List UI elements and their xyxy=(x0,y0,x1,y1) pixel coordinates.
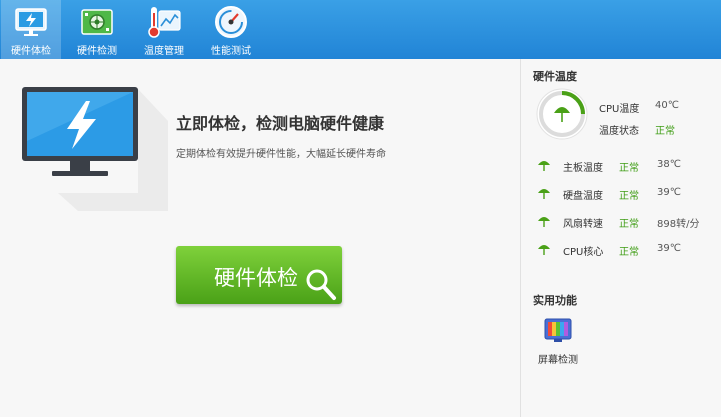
sensor-value: 898转/分 xyxy=(657,219,700,230)
sensor-row-disk: 硬盘温度 正常 39℃ xyxy=(521,184,721,204)
sensor-status: 正常 xyxy=(619,191,639,202)
tab-performance-test[interactable]: 性能测试 xyxy=(201,0,261,59)
tab-temperature-management[interactable]: 温度管理 xyxy=(134,0,194,59)
top-nav-bar: 硬件体检 硬件检测 温度管理 性能测试 xyxy=(0,0,721,59)
umbrella-icon xyxy=(538,245,550,255)
umbrella-icon xyxy=(538,189,550,199)
sensor-value: 39℃ xyxy=(657,243,681,254)
umbrella-icon xyxy=(538,217,550,227)
sensor-value: 38℃ xyxy=(657,159,681,170)
sensor-status: 正常 xyxy=(619,163,639,174)
magnifier-icon xyxy=(306,269,336,300)
speedometer-icon xyxy=(215,6,247,38)
sensor-name: 风扇转速 xyxy=(563,219,603,230)
checkup-headline: 立即体检，检测电脑硬件健康 xyxy=(176,114,385,133)
temp-status-label: 温度状态 xyxy=(599,126,639,137)
sensor-status: 正常 xyxy=(619,247,639,258)
sensor-value: 39℃ xyxy=(657,187,681,198)
sensor-row-fan: 风扇转速 正常 898转/分 xyxy=(521,212,721,232)
computer-monitor-icon xyxy=(22,87,168,211)
right-panel: 硬件温度 CPU温度 40℃ 温度状态 正常 主板温度 正常 38℃ 硬盘温度 … xyxy=(520,59,721,417)
sensor-row-motherboard: 主板温度 正常 38℃ xyxy=(521,156,721,176)
tab-label: 硬件体检 xyxy=(11,46,51,57)
temp-status-value: 正常 xyxy=(655,126,675,137)
start-checkup-label: 硬件体检 xyxy=(214,266,298,290)
umbrella-icon xyxy=(538,161,550,171)
cpu-temp-label: CPU温度 xyxy=(599,104,640,115)
tab-label: 硬件检测 xyxy=(77,46,117,57)
screen-test-icon xyxy=(544,318,572,342)
screen-test-button[interactable]: 屏幕检测 xyxy=(535,317,581,369)
sensor-name: 硬盘温度 xyxy=(563,191,603,202)
tab-hardware-checkup[interactable]: 硬件体检 xyxy=(1,0,61,59)
cpu-temp-value: 40℃ xyxy=(655,100,679,111)
cpu-temp-gauge xyxy=(536,88,588,140)
hardware-temp-title: 硬件温度 xyxy=(533,70,577,83)
circuit-board-icon xyxy=(81,9,113,35)
start-checkup-button[interactable]: 硬件体检 xyxy=(176,246,342,304)
sensor-status: 正常 xyxy=(619,219,639,230)
tab-label: 温度管理 xyxy=(144,46,184,57)
tab-hardware-detect[interactable]: 硬件检测 xyxy=(67,0,127,59)
tab-label: 性能测试 xyxy=(211,46,251,57)
thermometer-chart-icon xyxy=(148,7,181,38)
checkup-description: 定期体检有效提升硬件性能，大幅延长硬件寿命 xyxy=(176,149,386,160)
tool-label: 屏幕检测 xyxy=(538,355,578,366)
monitor-icon xyxy=(15,8,47,36)
sensor-row-cpu-core: CPU核心 正常 39℃ xyxy=(521,240,721,260)
tools-title: 实用功能 xyxy=(533,294,577,307)
main-content: 立即体检，检测电脑硬件健康 定期体检有效提升硬件性能，大幅延长硬件寿命 硬件体检 xyxy=(0,59,520,417)
sensor-name: 主板温度 xyxy=(563,163,603,174)
sensor-name: CPU核心 xyxy=(563,247,604,258)
